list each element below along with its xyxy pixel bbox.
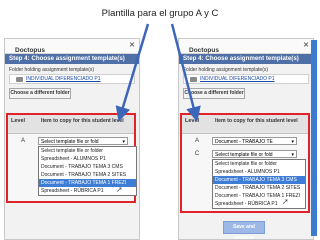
arrow-right xyxy=(170,23,201,122)
pointer-arrows xyxy=(115,23,201,122)
arrow-left xyxy=(115,23,150,122)
